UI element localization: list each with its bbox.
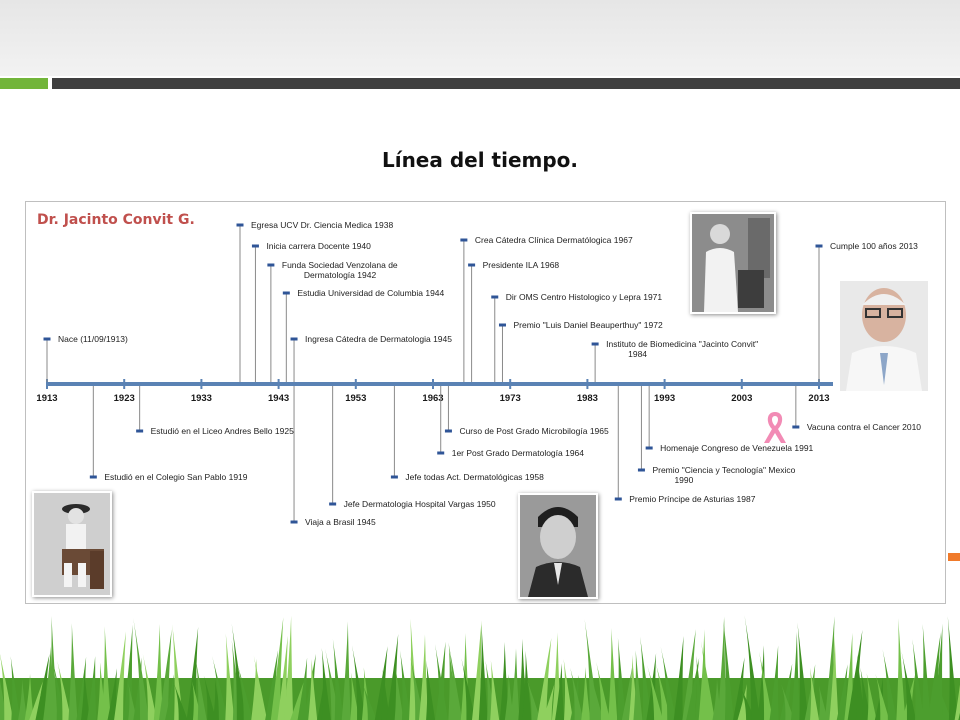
event-label: Curso de Post Grado Microbilogía 1965 (459, 426, 609, 436)
photo-child (32, 491, 112, 597)
event-label: Nace (11/09/1913) (58, 334, 128, 344)
photo-elderly (840, 281, 928, 391)
event-marker (236, 223, 244, 227)
grass-blade (608, 627, 618, 720)
photo-lab (690, 212, 776, 314)
grass-blade (717, 616, 727, 720)
grass-blade (101, 626, 111, 720)
event-marker (136, 429, 144, 433)
grass-blade (791, 631, 801, 720)
photo-young-man (518, 493, 598, 599)
event-label: 1er Post Grado Dermatología 1964 (452, 448, 585, 458)
orange-side-tab (948, 553, 960, 561)
event-marker (329, 502, 337, 506)
event-marker (614, 497, 622, 501)
event-marker (290, 520, 298, 524)
event-marker (645, 446, 653, 450)
year-label: 1913 (36, 393, 57, 404)
grass-blade (341, 621, 351, 720)
year-label: 1953 (345, 393, 366, 404)
year-label: 1993 (654, 393, 675, 404)
timeline-axis: 1913 1923 1933 1943 1953 1963 1973 1983 1993 2003… (36, 379, 833, 404)
event-marker (498, 323, 506, 327)
event-marker (460, 238, 468, 242)
axis-line (47, 382, 833, 386)
year-label: 1983 (577, 393, 598, 404)
year-label: 2003 (731, 393, 752, 404)
event-marker (437, 451, 445, 455)
event-label: Egresa UCV Dr. Ciencia Medica 1938 (251, 220, 393, 230)
year-label: 1973 (500, 393, 521, 404)
event-marker (251, 244, 259, 248)
event-label: Estudió en el Colegio San Pablo 1919 (104, 472, 247, 482)
event-marker (637, 468, 645, 472)
event-label: Premio "Ciencia y Tecnología" Mexico 1990 (652, 465, 795, 485)
year-label: 2013 (808, 393, 829, 404)
event-label: Jefe Dermatologia Hospital Vargas 1950 (344, 499, 496, 509)
grass-blade (419, 634, 429, 720)
event-marker (290, 337, 298, 341)
event-label: Ingresa Cátedra de Dermatologia 1945 (305, 334, 452, 344)
grass-decoration (0, 615, 960, 720)
event-label: Viaja a Brasil 1945 (305, 517, 376, 527)
event-marker (43, 337, 51, 341)
event-label: Estudió en el Liceo Andres Bello 1925 (151, 426, 294, 436)
event-label: Cumple 100 años 2013 (830, 241, 918, 251)
event-marker (267, 263, 275, 267)
grass-blade (896, 618, 906, 720)
event-marker (89, 475, 97, 479)
event-label: Instituto de Biomedicina "Jacinto Convit… (606, 339, 758, 359)
event-label: Homenaje Congreso de Venezuela 1991 (660, 443, 813, 453)
event-label: Dir OMS Centro Histologico y Lepra 1971 (506, 292, 663, 302)
event-label: Jefe todas Act. Dermatológicas 1958 (405, 472, 544, 482)
grass-blade (225, 633, 235, 720)
event-marker (491, 295, 499, 299)
event-marker (282, 291, 290, 295)
event-label: Premio Príncipe de Asturias 1987 (629, 494, 755, 504)
event-marker (815, 244, 823, 248)
event-marker (390, 475, 398, 479)
year-label: 1943 (268, 393, 289, 404)
event-label: Funda Sociedad Venzolana de Dermatología … (282, 260, 398, 280)
grass-blade (921, 623, 931, 720)
event-label: Crea Cátedra Clínica Dermatólogica 1967 (475, 235, 633, 245)
grass-blade (68, 623, 78, 720)
pink-ribbon-icon (764, 412, 786, 443)
event-label: Presidente ILA 1968 (483, 260, 560, 270)
timeline-events: Nace (11/09/1913) Egresa UCV Dr. Ciencia … (43, 220, 921, 527)
event-marker (591, 342, 599, 346)
event-label: Vacuna contra el Cancer 2010 (807, 422, 921, 432)
event-marker (792, 425, 800, 429)
event-label: Inicia carrera Docente 1940 (266, 241, 371, 251)
event-marker (468, 263, 476, 267)
year-label: 1923 (114, 393, 135, 404)
event-marker (444, 429, 452, 433)
year-label: 1933 (191, 393, 212, 404)
event-label: Premio "Luis Daniel Beauperthuy" 1972 (513, 320, 662, 330)
event-label: Estudia Universidad de Columbia 1944 (297, 288, 444, 298)
